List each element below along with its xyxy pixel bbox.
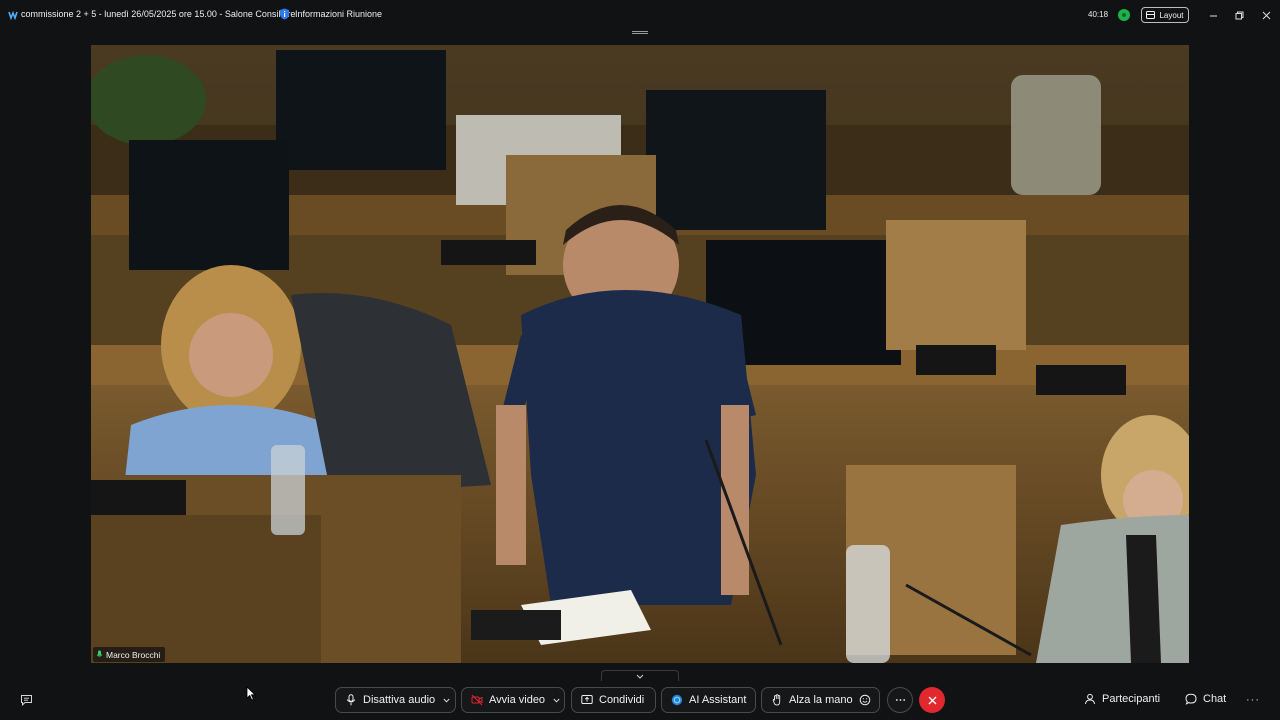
video-off-icon [471, 694, 483, 706]
chevron-down-icon[interactable] [443, 698, 450, 703]
minimize-icon [1209, 15, 1217, 16]
chevron-down-icon [636, 674, 644, 679]
microphone-icon [346, 694, 356, 706]
mute-audio-button[interactable]: Disattiva audio [335, 687, 456, 713]
raise-hand-icon [772, 694, 781, 706]
video-stage [91, 45, 1189, 663]
meeting-title: commissione 2 + 5 - lunedì 26/05/2025 or… [21, 9, 296, 19]
share-label: Condividi [599, 694, 645, 706]
meeting-timer: 40:18 [1088, 10, 1109, 19]
webex-logo-icon [8, 10, 18, 20]
layout-icon [1146, 11, 1156, 19]
restore-icon [1235, 11, 1243, 19]
chat-icon [1185, 693, 1197, 705]
meeting-info-label: Informazioni Riunione [295, 9, 383, 19]
more-icon [895, 699, 905, 701]
start-video-button[interactable]: Avvia video [461, 687, 565, 713]
collapse-toolbar-tab[interactable] [601, 670, 679, 681]
mute-audio-label: Disattiva audio [363, 694, 436, 706]
mouse-cursor-icon [246, 686, 256, 701]
leave-meeting-button[interactable] [919, 687, 945, 713]
ai-assistant-icon [671, 694, 683, 706]
speaker-name-tag: Marco Brocchi [93, 647, 166, 662]
share-icon [581, 695, 593, 704]
panel-drag-handle[interactable] [632, 31, 648, 34]
status-icon [1122, 13, 1126, 17]
participants-label: Partecipanti [1102, 693, 1161, 705]
layout-button[interactable]: Layout [1141, 7, 1189, 23]
info-shield-icon [280, 8, 289, 20]
close-window-button[interactable] [1259, 8, 1273, 22]
chevron-down-icon[interactable] [553, 698, 560, 703]
more-options-button[interactable] [887, 687, 913, 713]
participants-icon [1085, 693, 1095, 705]
start-video-label: Avvia video [489, 694, 546, 706]
chat-label: Chat [1203, 693, 1227, 705]
raise-hand-button[interactable]: Alza la mano [761, 687, 880, 713]
meeting-info-button[interactable]: Informazioni Riunione [279, 8, 382, 20]
captions-icon[interactable] [20, 694, 33, 706]
participants-button[interactable]: Partecipanti [1084, 693, 1160, 705]
end-call-icon [928, 696, 936, 704]
microphone-active-icon [96, 650, 103, 657]
connection-status[interactable] [1118, 9, 1130, 21]
restore-button[interactable] [1232, 8, 1246, 22]
title-bar: commissione 2 + 5 - lunedì 26/05/2025 or… [0, 0, 1280, 30]
speaker-name: Marco Brocchi [106, 649, 161, 660]
chat-button[interactable]: Chat [1185, 693, 1226, 705]
reactions-icon[interactable] [859, 694, 871, 706]
ai-assistant-button[interactable]: AI Assistant [661, 687, 756, 713]
more-panels-button[interactable]: ··· [1246, 694, 1260, 706]
video-feed [91, 45, 1189, 663]
close-icon [1262, 11, 1270, 19]
ai-assistant-label: AI Assistant [689, 694, 747, 706]
raise-hand-label: Alza la mano [789, 694, 853, 706]
minimize-button[interactable] [1206, 8, 1220, 22]
share-button[interactable]: Condividi [571, 687, 656, 713]
layout-label: Layout [1159, 10, 1184, 20]
